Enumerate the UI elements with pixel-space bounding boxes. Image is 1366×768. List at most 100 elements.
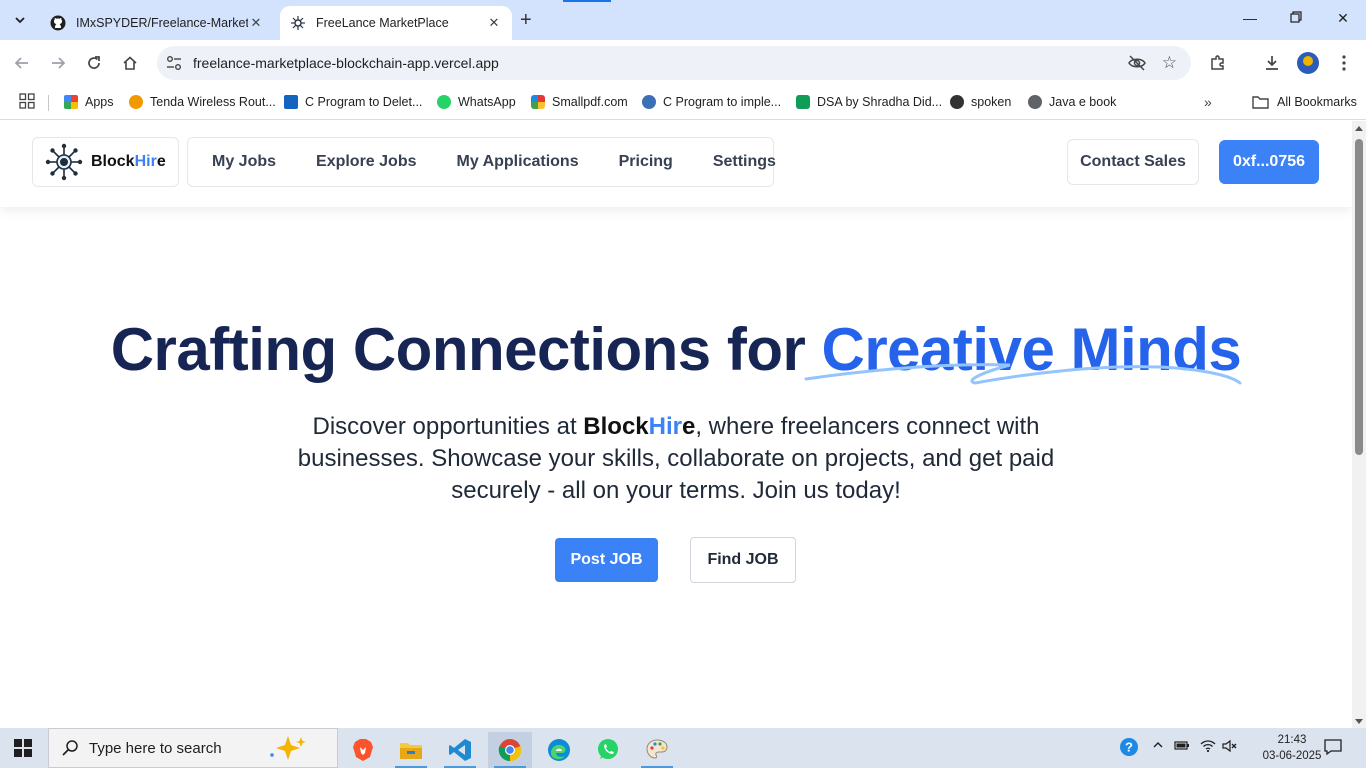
bookmark-label: C Program to Delet... (305, 95, 423, 109)
github-icon (50, 15, 66, 31)
bookmark-whatsapp[interactable]: WhatsApp (437, 91, 516, 113)
bookmark-java-ebook[interactable]: Java e book (1028, 91, 1116, 113)
site-info-icon[interactable] (165, 54, 183, 72)
bookmarks-separator (48, 95, 49, 111)
chevron-double-right-icon[interactable]: » (1204, 94, 1212, 110)
underline-squiggle-decoration (804, 363, 1242, 385)
spoken-icon (950, 95, 964, 109)
smallpdf-icon (531, 95, 545, 109)
notification-icon[interactable] (1324, 738, 1342, 759)
bookmark-tenda[interactable]: Tenda Wireless Rout... (129, 91, 276, 113)
apps-grid-icon (64, 95, 78, 109)
globe-icon (1028, 95, 1042, 109)
bookmark-star-icon[interactable]: ☆ (1162, 53, 1177, 73)
all-bookmarks-button[interactable]: All Bookmarks (1252, 91, 1357, 113)
chrome-icon[interactable] (488, 732, 532, 768)
all-bookmarks-label: All Bookmarks (1277, 95, 1357, 109)
address-bar[interactable]: freelance-marketplace-blockchain-app.ver… (157, 46, 1191, 80)
svg-text:?: ? (1125, 740, 1133, 755)
hero-description: Discover opportunities at BlockHire, whe… (297, 413, 1055, 504)
browser-tab-freelance-marketplace[interactable]: FreeLance MarketPlace ✕ (280, 6, 512, 40)
post-job-button[interactable]: Post JOB (555, 538, 658, 582)
nav-my-applications[interactable]: My Applications (457, 153, 579, 171)
browser-tab-github[interactable]: IMxSPYDER/Freelance-Marketpl ✕ (40, 6, 274, 40)
bookmark-c-program-delete[interactable]: C Program to Delet... (284, 91, 422, 113)
bookmark-label: DSA by Shradha Did... (817, 95, 943, 109)
nav-explore-jobs[interactable]: Explore Jobs (316, 153, 416, 171)
tab-title: IMxSPYDER/Freelance-Marketpl (76, 16, 248, 30)
bookmark-label: Tenda Wireless Rout... (150, 95, 276, 109)
bookmark-apps[interactable]: Apps (64, 91, 114, 113)
blockhire-logo-icon (45, 143, 83, 181)
brave-browser-icon[interactable] (341, 732, 385, 768)
wifi-icon[interactable] (1200, 739, 1216, 756)
bookmark-dsa-shradha[interactable]: DSA by Shradha Did... (796, 91, 942, 113)
find-job-button[interactable]: Find JOB (690, 537, 796, 583)
windows-start-icon[interactable] (14, 739, 32, 757)
file-explorer-icon[interactable] (389, 732, 433, 768)
restore-icon[interactable] (1286, 10, 1306, 26)
home-icon[interactable] (119, 52, 141, 74)
download-icon[interactable] (1261, 52, 1283, 74)
speaker-muted-icon[interactable] (1222, 739, 1238, 756)
brand-inline-name: BlockHire (583, 413, 696, 440)
whatsapp-icon[interactable] (586, 732, 630, 768)
brand-name: BlockHire (91, 153, 166, 170)
tab-search-button[interactable] (6, 6, 34, 34)
clock-date: 03-06-2025 (1262, 750, 1322, 762)
tab-title: FreeLance MarketPlace (316, 16, 449, 30)
contact-sales-button[interactable]: Contact Sales (1067, 139, 1199, 185)
reload-icon[interactable] (83, 52, 105, 74)
bookmark-label: Java e book (1049, 95, 1117, 109)
new-tab-button[interactable]: + (520, 9, 532, 32)
bookmark-label: WhatsApp (458, 95, 516, 109)
forward-arrow-icon[interactable] (47, 52, 69, 74)
extensions-puzzle-icon[interactable] (1207, 52, 1229, 74)
window-close-icon[interactable]: ✕ (1333, 10, 1353, 27)
nav-my-jobs[interactable]: My Jobs (212, 153, 276, 171)
taskbar-clock[interactable]: 21:43 03-06-2025 (1262, 732, 1322, 764)
battery-icon[interactable] (1174, 739, 1190, 754)
close-icon[interactable]: ✕ (486, 15, 502, 31)
bookmark-c-program-implement[interactable]: C Program to imple... (642, 91, 781, 113)
nav-pricing[interactable]: Pricing (619, 153, 673, 171)
eye-off-icon[interactable] (1127, 54, 1147, 72)
chevron-down-icon (15, 17, 25, 24)
paint-icon[interactable] (635, 732, 679, 768)
browser-tab-strip: IMxSPYDER/Freelance-Marketpl ✕ FreeLance… (0, 0, 1366, 40)
help-icon[interactable]: ? (1119, 737, 1139, 760)
windows-taskbar: Type here to search ? 21:43 03-06-2025 (0, 728, 1366, 768)
bookmark-label: Smallpdf.com (552, 95, 628, 109)
apps-launcher-icon[interactable] (19, 93, 35, 109)
copilot-icon[interactable] (266, 730, 310, 766)
whatsapp-icon (437, 95, 451, 109)
w-icon (284, 95, 298, 109)
more-menu-icon[interactable] (1333, 52, 1355, 74)
sheets-icon (796, 95, 810, 109)
chevron-up-icon[interactable] (1152, 739, 1164, 754)
minimize-icon[interactable]: — (1240, 10, 1260, 26)
vscode-icon[interactable] (438, 732, 482, 768)
wordpress-icon (642, 95, 656, 109)
bookmark-spoken[interactable]: spoken (950, 91, 1011, 113)
nav-settings[interactable]: Settings (713, 153, 776, 171)
page-scrollbar[interactable] (1352, 121, 1366, 728)
profile-avatar[interactable] (1297, 52, 1319, 74)
scroll-up-arrow-icon[interactable] (1355, 126, 1363, 131)
bookmark-label: Apps (85, 95, 114, 109)
tab-strip-accent (563, 0, 611, 2)
brand-logo-link[interactable]: BlockHire (32, 137, 179, 187)
search-placeholder: Type here to search (89, 739, 222, 757)
blockhire-logo-icon (290, 15, 306, 31)
close-icon[interactable]: ✕ (248, 15, 264, 31)
clock-time: 21:43 (1277, 734, 1307, 746)
wallet-address-button[interactable]: 0xf...0756 (1219, 140, 1319, 184)
search-icon (62, 740, 78, 756)
bookmarks-bar: Apps Tenda Wireless Rout... C Program to… (0, 86, 1366, 120)
scroll-down-arrow-icon[interactable] (1355, 719, 1363, 724)
back-arrow-icon[interactable] (11, 52, 33, 74)
scrollbar-thumb[interactable] (1355, 139, 1363, 455)
url-text[interactable]: freelance-marketplace-blockchain-app.ver… (193, 55, 499, 71)
edge-icon[interactable] (537, 732, 581, 768)
bookmark-smallpdf[interactable]: Smallpdf.com (531, 91, 628, 113)
